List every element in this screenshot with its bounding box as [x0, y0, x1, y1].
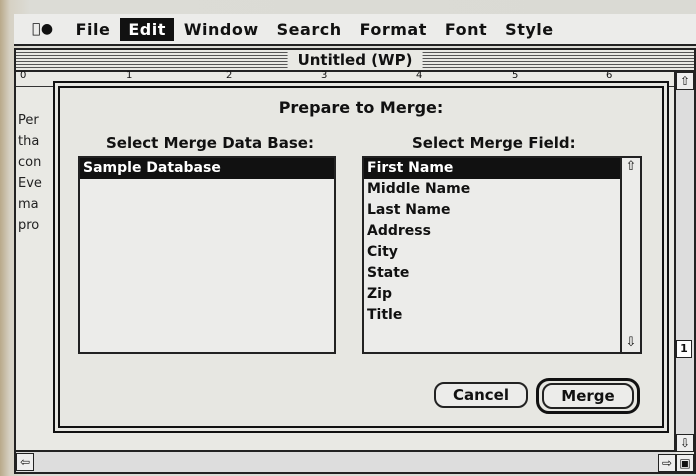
doc-line: pro [18, 218, 40, 233]
menu-bar: ● File Edit Window Search Format Font S… [14, 14, 696, 46]
menu-window[interactable]: Window [176, 18, 267, 41]
doc-line: Per [18, 113, 39, 128]
list-item-field[interactable]: Zip [364, 284, 640, 305]
list-item-field[interactable]: First Name [364, 158, 620, 179]
window-title-bar[interactable]: Untitled (WP) [16, 50, 694, 72]
horizontal-scrollbar[interactable]: ⇦ [16, 450, 676, 472]
cancel-button[interactable]: Cancel [434, 382, 528, 408]
database-list[interactable]: Sample Database [78, 156, 336, 354]
menu-search[interactable]: Search [269, 18, 350, 41]
dialog-title: Prepare to Merge: [278, 98, 444, 117]
doc-line: ma [18, 197, 39, 212]
page-number-indicator[interactable]: 1 [676, 340, 692, 358]
ruler[interactable]: 0 1 2 3 4 5 6 [16, 70, 676, 87]
scroll-up-arrow-icon[interactable]: ⇧ [676, 72, 694, 90]
document-text[interactable]: Per tha con Eve ma pro [18, 110, 42, 236]
list-item-field[interactable]: Title [364, 305, 640, 326]
scroll-down-arrow-icon[interactable]: ⇩ [676, 434, 694, 452]
prepare-to-merge-dialog: Prepare to Merge: Select Merge Data Base… [58, 86, 664, 428]
resize-box-icon[interactable]: ▣ [676, 454, 694, 472]
scroll-down-arrow-icon[interactable]: ⇩ [623, 335, 639, 351]
doc-line: Eve [18, 176, 42, 191]
list-item-database[interactable]: Sample Database [80, 158, 334, 179]
menu-file[interactable]: File [68, 18, 119, 41]
doc-line: con [18, 155, 42, 170]
list-item-field[interactable]: State [364, 263, 640, 284]
ruler-mark: 6 [606, 70, 613, 81]
doc-line: tha [18, 134, 40, 149]
ruler-mark: 1 [126, 70, 133, 81]
ruler-mark: 5 [512, 70, 519, 81]
vertical-scrollbar[interactable]: ⇧ 1 ⇩ [674, 72, 694, 452]
database-list-label: Select Merge Data Base: [106, 134, 314, 152]
ruler-mark: 2 [226, 70, 233, 81]
menu-edit[interactable]: Edit [120, 17, 174, 41]
list-item-field[interactable]: Last Name [364, 200, 640, 221]
merge-field-list[interactable]: First Name Middle Name Last Name Address… [362, 156, 642, 354]
menu-font[interactable]: Font [437, 18, 495, 41]
merge-button[interactable]: Merge [542, 383, 634, 409]
list-item-field[interactable]: City [364, 242, 640, 263]
ruler-mark: 4 [416, 70, 423, 81]
apple-menu-icon[interactable]: ● [14, 21, 68, 37]
ruler-mark: 0 [20, 70, 27, 81]
field-list-label: Select Merge Field: [412, 134, 576, 152]
scroll-right-arrow-icon[interactable]: ⇨ [658, 454, 676, 472]
field-list-scrollbar[interactable]: ⇧ ⇩ [620, 158, 640, 352]
ruler-mark: 3 [321, 70, 328, 81]
list-item-field[interactable]: Address [364, 221, 640, 242]
menu-format[interactable]: Format [352, 18, 435, 41]
desktop: ● File Edit Window Search Format Font S… [0, 0, 696, 476]
menu-style[interactable]: Style [497, 18, 561, 41]
window-title: Untitled (WP) [287, 50, 423, 70]
scroll-left-arrow-icon[interactable]: ⇦ [16, 453, 34, 471]
scroll-up-arrow-icon[interactable]: ⇧ [623, 159, 639, 175]
list-item-field[interactable]: Middle Name [364, 179, 640, 200]
